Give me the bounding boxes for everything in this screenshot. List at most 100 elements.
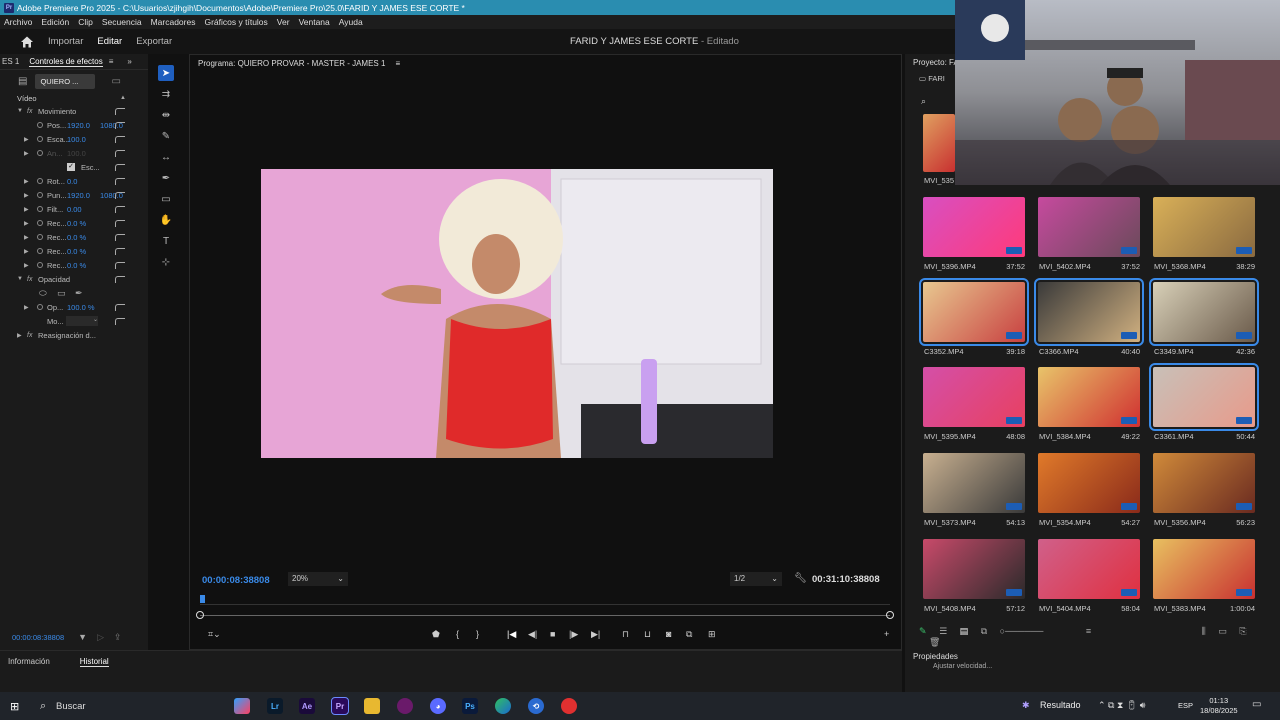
- new-item-icon[interactable]: ⎘: [1239, 626, 1246, 636]
- reset-parameter-icon[interactable]: [115, 121, 125, 129]
- effect-property-value[interactable]: 1920.0: [67, 191, 90, 200]
- clip-thumbnail[interactable]: [1149, 278, 1259, 346]
- stopwatch-icon[interactable]: [37, 262, 43, 268]
- effect-property-value[interactable]: 0.0 %: [67, 261, 86, 270]
- reset-parameter-icon[interactable]: [115, 261, 125, 269]
- blend-mode-select[interactable]: ⌄: [66, 316, 98, 326]
- menu-ver[interactable]: Ver: [277, 17, 290, 27]
- nav-importar[interactable]: Importar: [48, 36, 83, 47]
- monitor-title[interactable]: Programa: QUIERO PROVAR - MASTER - JAMES…: [198, 59, 385, 68]
- lightroom-icon[interactable]: Lr: [267, 698, 283, 714]
- edge-icon[interactable]: [495, 698, 511, 714]
- go-to-out-icon[interactable]: ▶|: [591, 629, 600, 640]
- effect-row[interactable]: ▶ fx Reasignación d...: [0, 328, 148, 342]
- zoom-slider[interactable]: ○──────: [1000, 626, 1044, 636]
- effect-row[interactable]: ⬭ ▭ ✒: [0, 286, 148, 300]
- nav-editar[interactable]: Editar: [97, 36, 122, 47]
- taskbar-clock[interactable]: 01:13 18/08/2025: [1200, 696, 1238, 716]
- reset-parameter-icon[interactable]: [115, 191, 125, 199]
- wrench-icon[interactable]: 🔧︎: [794, 573, 807, 584]
- selection-tool-icon[interactable]: ➤: [158, 65, 174, 81]
- panel-menu-icon[interactable]: ≡: [109, 57, 114, 66]
- clip-thumbnail[interactable]: [1038, 197, 1140, 257]
- reset-parameter-icon[interactable]: [115, 177, 125, 185]
- new-bin-icon[interactable]: ▭: [1218, 626, 1227, 636]
- vr-toggle-icon[interactable]: ⊞: [708, 629, 716, 640]
- clip-panel-icon[interactable]: ▭: [111, 76, 120, 87]
- clip-thumbnail[interactable]: [1149, 363, 1259, 431]
- zoom-select[interactable]: 20% ⌄: [288, 572, 348, 586]
- stopwatch-icon[interactable]: [37, 206, 43, 212]
- export-icon[interactable]: ⇪: [114, 632, 122, 643]
- track-select-icon[interactable]: ⇉: [158, 86, 174, 102]
- collapse-up-icon[interactable]: ▲: [120, 95, 126, 101]
- effect-row[interactable]: Pos... 1920.0 1080.0: [0, 118, 148, 132]
- reset-parameter-icon[interactable]: [115, 163, 125, 171]
- effect-row[interactable]: ▶ Rec... 0.0 %: [0, 244, 148, 258]
- scrub-start-handle[interactable]: [196, 611, 204, 619]
- effect-row[interactable]: ▶ Pun... 1920.0 1080.0: [0, 188, 148, 202]
- search-icon[interactable]: ⌕: [921, 96, 926, 107]
- expand-section-icon[interactable]: ▶: [17, 332, 22, 339]
- effect-row[interactable]: ▶ Filt... 0.00: [0, 202, 148, 216]
- discord-icon[interactable]: ◕: [430, 698, 446, 714]
- clip-thumbnail[interactable]: [923, 367, 1025, 427]
- fx-toggle-icon[interactable]: fx: [27, 332, 32, 339]
- menu-secuencia[interactable]: Secuencia: [102, 17, 142, 27]
- clip-thumbnail[interactable]: [1038, 539, 1140, 599]
- export-frame-icon[interactable]: ◙: [666, 629, 671, 639]
- taskbar-search[interactable]: ⌕ Buscar: [32, 696, 222, 716]
- stopwatch-icon[interactable]: [37, 304, 43, 310]
- rectangle-tool-icon[interactable]: ▭: [158, 191, 174, 207]
- add-marker-icon[interactable]: ⬟: [432, 629, 440, 640]
- stopwatch-icon[interactable]: [37, 178, 43, 184]
- effect-row[interactable]: ▶ Op... 100.0 %: [0, 300, 148, 314]
- effect-row[interactable]: Mo... ⌄: [0, 314, 148, 328]
- play-audio-icon[interactable]: ▷: [97, 632, 104, 643]
- tray-label[interactable]: Resultado: [1040, 700, 1081, 710]
- file-explorer-icon[interactable]: [364, 698, 380, 714]
- effect-row[interactable]: ▶ Esca... 100.0: [0, 132, 148, 146]
- expand-property-icon[interactable]: ▶: [24, 262, 29, 269]
- stopwatch-icon[interactable]: [37, 136, 43, 142]
- slip-tool-icon[interactable]: ↔: [158, 149, 174, 165]
- menu-archivo[interactable]: Archivo: [4, 17, 32, 27]
- reset-parameter-icon[interactable]: [115, 247, 125, 255]
- photoshop-icon[interactable]: Ps: [462, 698, 478, 714]
- settings-icon[interactable]: ⌗⌄: [208, 629, 221, 640]
- step-forward-icon[interactable]: |▶: [569, 629, 578, 640]
- extract-icon[interactable]: ⊔: [644, 629, 651, 640]
- tab-sequence[interactable]: ES 1: [2, 57, 19, 66]
- expand-property-icon[interactable]: ▶: [24, 206, 29, 213]
- effect-row[interactable]: ▼ fx Movimiento: [0, 104, 148, 118]
- resolution-select[interactable]: 1/2 ⌄: [730, 572, 782, 586]
- stopwatch-icon[interactable]: [37, 234, 43, 240]
- obs-icon[interactable]: [561, 698, 577, 714]
- scrub-end-handle[interactable]: [886, 611, 894, 619]
- menu-ayuda[interactable]: Ayuda: [339, 17, 363, 27]
- tray-icons[interactable]: ⌃ ⧉ ⧗ 🔋︎ 🔊︎: [1098, 700, 1145, 711]
- effect-row[interactable]: ✓ Esc...: [0, 160, 148, 174]
- clip-selector[interactable]: QUIERO ...: [35, 73, 96, 89]
- effect-row[interactable]: ▶ Rec... 0.0 %: [0, 216, 148, 230]
- reset-parameter-icon[interactable]: [115, 205, 125, 213]
- clip-thumbnail[interactable]: [1153, 453, 1255, 513]
- properties-title[interactable]: Propiedades: [905, 650, 1280, 663]
- pencil-icon[interactable]: ✎: [919, 626, 927, 636]
- master-clip-icon[interactable]: ▤: [18, 76, 27, 87]
- filter-icon[interactable]: ▼: [78, 632, 87, 642]
- monitor-menu-icon[interactable]: ≡: [395, 59, 400, 68]
- freeform-view-icon[interactable]: ⧉: [981, 626, 987, 636]
- automate-icon[interactable]: ⫼: [1202, 626, 1206, 636]
- effect-row[interactable]: ▼ fx Opacidad: [0, 272, 148, 286]
- menu-graficos[interactable]: Gráficos y títulos: [204, 17, 267, 27]
- playhead-marker[interactable]: [200, 595, 205, 603]
- reset-parameter-icon[interactable]: [115, 149, 125, 157]
- step-back-icon[interactable]: ◀|: [528, 629, 537, 640]
- stopwatch-icon[interactable]: [37, 220, 43, 226]
- reset-parameter-icon[interactable]: [115, 317, 125, 325]
- stop-icon[interactable]: ■: [550, 629, 555, 639]
- effect-property-value[interactable]: 0.0 %: [67, 219, 86, 228]
- effect-property-value[interactable]: 100.0: [67, 135, 86, 144]
- expand-section-icon[interactable]: ▼: [17, 108, 23, 114]
